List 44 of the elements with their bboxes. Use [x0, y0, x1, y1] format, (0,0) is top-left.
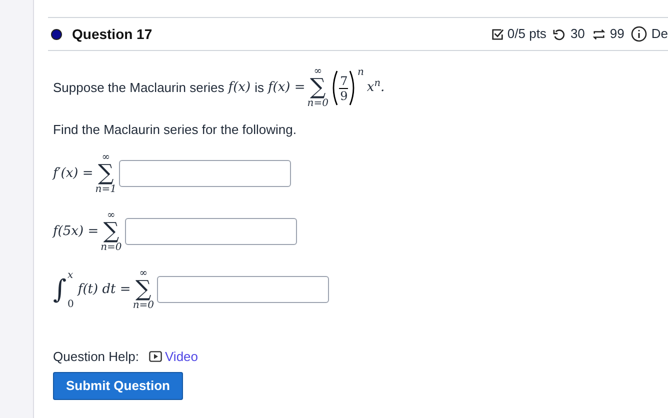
- checkbox-icon: [491, 28, 504, 40]
- math-expression: x$^{n}$.: [366, 78, 385, 98]
- sum-symbol: ∑: [98, 162, 114, 184]
- fraction-numerator: 7: [340, 74, 348, 88]
- retries-count: 99: [610, 25, 624, 44]
- intro-word: is: [254, 79, 264, 98]
- left-parenthesis-icon: [330, 70, 338, 106]
- sum-upper-limit: ∞: [314, 67, 322, 77]
- math-expression: f′(x) =: [53, 164, 94, 183]
- sum-lower-limit: n=0: [132, 300, 154, 310]
- sum-lower-limit: n=1: [95, 184, 116, 194]
- sum-symbol: ∑: [103, 220, 120, 242]
- sum-lower-limit: n=0: [307, 99, 328, 109]
- math-expression: f(t) dt =: [78, 280, 131, 299]
- undo-icon: [553, 28, 566, 40]
- fraction-denominator: 9: [340, 88, 348, 102]
- sum-upper-limit: ∞: [102, 152, 110, 162]
- sum-lower-limit: n=0: [100, 242, 122, 252]
- sum-upper-limit: ∞: [139, 268, 148, 278]
- intro-text: Suppose the Maclaurin series: [53, 79, 224, 98]
- attempts-count: 30: [570, 25, 585, 44]
- help-label: Question Help:: [53, 348, 139, 366]
- points-label: 0/5 pts: [507, 25, 546, 44]
- integral-upper-limit: x: [68, 268, 74, 282]
- video-icon: [149, 350, 162, 362]
- math-expression: f(5x) =: [53, 222, 99, 241]
- integral-symbol: ∫: [53, 276, 67, 302]
- sum-symbol: ∑: [136, 278, 152, 300]
- exponent: n: [357, 66, 364, 80]
- answer-field[interactable]: [119, 160, 292, 187]
- repeat-icon: [592, 28, 606, 40]
- sum-symbol: ∑: [310, 77, 326, 99]
- info-icon[interactable]: [631, 26, 648, 42]
- integral-lower-limit: 0: [68, 298, 74, 312]
- prompt-text: Find the Maclaurin series for the following.: [53, 121, 298, 139]
- answer-field[interactable]: [124, 218, 297, 245]
- submit-button[interactable]: Submit Question: [53, 372, 183, 400]
- details-label[interactable]: De: [651, 24, 668, 44]
- answer-field[interactable]: [157, 276, 329, 303]
- sum-upper-limit: ∞: [107, 210, 116, 220]
- math-expression: f(x): [228, 79, 251, 98]
- question-title: Question 17: [72, 24, 152, 44]
- math-expression: f(x) =: [268, 79, 306, 98]
- video-link[interactable]: Video: [165, 346, 198, 366]
